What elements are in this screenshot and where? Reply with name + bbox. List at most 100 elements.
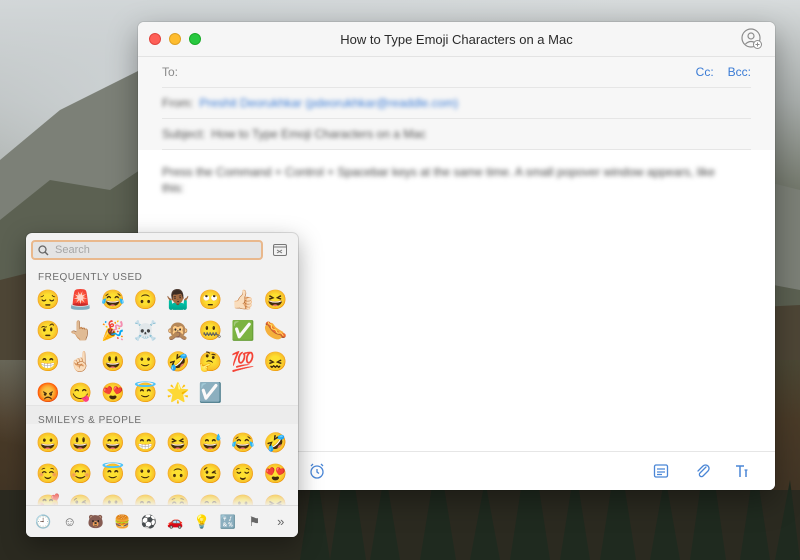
emoji-cell[interactable]: 🙄 [195, 285, 228, 316]
section-frequently-used: FREQUENTLY USED [38, 272, 143, 283]
emoji-glyph: 🌭 [263, 321, 288, 342]
emoji-glyph: 😀 [36, 433, 61, 454]
category-food-icon[interactable]: 🍔 [112, 512, 132, 532]
emoji-cell[interactable]: 🤣 [162, 347, 195, 378]
emoji-cell[interactable]: 😄 [97, 428, 130, 459]
window-controls [149, 33, 201, 45]
emoji-cell[interactable]: 😂 [227, 428, 260, 459]
category-symbols-icon[interactable]: 🔣 [218, 512, 238, 532]
emoji-cell[interactable]: 😂 [97, 285, 130, 316]
category-objects-icon[interactable]: 💡 [192, 512, 212, 532]
from-row[interactable]: From: Preshit Deorukhkar (pdeorukhkar@re… [162, 88, 751, 119]
message-body[interactable]: Press the Command + Control + Spacebar k… [162, 164, 722, 196]
template-icon[interactable] [652, 462, 670, 480]
emoji-glyph: 😁 [36, 352, 61, 373]
emoji-cell[interactable]: ✅ [227, 316, 260, 347]
emoji-glyph: 🙄 [198, 290, 223, 311]
emoji-cell[interactable]: 😔 [32, 285, 65, 316]
window-title: How to Type Emoji Characters on a Mac [340, 31, 573, 47]
frequent-emoji-grid: 😔 🚨 😂 🙃 🤷🏾‍♂️ 🙄 👍🏻 😆 🤨 👆🏼 🎉 ☠️ 🙊 🤐 ✅ 🌭 😁 ☝🏻 😃 🙂 🤣 🤔 💯 😖 😡 😋 😍 😇 🌟 ☑️ [32, 285, 292, 409]
category-recent-icon[interactable]: 🕘 [33, 512, 53, 532]
emoji-glyph: 😁 [133, 433, 158, 454]
emoji-glyph: 😔 [36, 290, 61, 311]
message-headers: To: Cc: Bcc: From: Preshit Deorukhkar (p… [138, 57, 775, 150]
emoji-glyph: 😆 [166, 433, 191, 454]
close-window-button[interactable] [149, 33, 161, 45]
category-smileys-icon[interactable]: ☺ [60, 512, 80, 532]
emoji-glyph: 😂 [231, 433, 256, 454]
emoji-cell[interactable]: 🚨 [65, 285, 98, 316]
emoji-cell[interactable]: 🙃 [130, 285, 163, 316]
section-smileys-people: SMILEYS & PEOPLE [38, 415, 142, 426]
emoji-cell[interactable]: ☝🏻 [65, 347, 98, 378]
emoji-cell[interactable]: 😀 [32, 428, 65, 459]
from-label: From: [162, 96, 194, 110]
emoji-glyph: 😆 [263, 290, 288, 311]
minimize-window-button[interactable] [169, 33, 181, 45]
to-label: To: [162, 65, 179, 79]
category-more-icon[interactable]: » [271, 512, 291, 532]
emoji-cell[interactable]: 🙂 [130, 459, 163, 490]
emoji-cell[interactable]: 😁 [130, 428, 163, 459]
format-text-icon[interactable] [734, 462, 752, 480]
emoji-cell[interactable]: 😊 [65, 459, 98, 490]
emoji-glyph: 🤨 [36, 321, 61, 342]
scroll-fade [26, 489, 298, 505]
emoji-cell[interactable]: 🤣 [260, 428, 293, 459]
attachment-icon[interactable] [694, 462, 712, 480]
category-travel-icon[interactable]: 🚗 [165, 512, 185, 532]
emoji-cell[interactable]: 🤔 [195, 347, 228, 378]
emoji-cell[interactable]: 😁 [32, 347, 65, 378]
subject-value[interactable]: How to Type Emoji Characters on a Mac [211, 127, 426, 141]
emoji-cell[interactable]: 😖 [260, 347, 293, 378]
alarm-clock-icon[interactable] [308, 462, 326, 480]
category-animals-icon[interactable]: 🐻 [86, 512, 106, 532]
title-bar: How to Type Emoji Characters on a Mac [138, 22, 775, 57]
emoji-cell[interactable]: ☺️ [32, 459, 65, 490]
category-activity-icon[interactable]: ⚽ [139, 512, 159, 532]
emoji-glyph: ☺️ [36, 464, 61, 485]
emoji-cell[interactable]: 😃 [97, 347, 130, 378]
emoji-glyph: 🚨 [68, 290, 93, 311]
subject-row[interactable]: Subject: How to Type Emoji Characters on… [162, 119, 751, 150]
emoji-cell[interactable]: 🤨 [32, 316, 65, 347]
emoji-cell[interactable]: 😅 [195, 428, 228, 459]
emoji-search-box[interactable] [31, 240, 263, 260]
emoji-cell[interactable]: 🤷🏾‍♂️ [162, 285, 195, 316]
emoji-cell[interactable]: 😍 [260, 459, 293, 490]
emoji-glyph: 😅 [198, 433, 223, 454]
emoji-cell[interactable]: 👍🏻 [227, 285, 260, 316]
emoji-cell[interactable]: 😆 [162, 428, 195, 459]
emoji-cell[interactable]: 🎉 [97, 316, 130, 347]
cc-button[interactable]: Cc: [696, 65, 714, 79]
bcc-button[interactable]: Bcc: [728, 65, 751, 79]
emoji-glyph: 😃 [68, 433, 93, 454]
subject-label: Subject: [162, 127, 206, 141]
emoji-cell[interactable]: 😇 [97, 459, 130, 490]
emoji-cell[interactable]: 🙂 [130, 347, 163, 378]
zoom-window-button[interactable] [189, 33, 201, 45]
to-row[interactable]: To: Cc: Bcc: [162, 57, 751, 88]
character-viewer-icon[interactable] [273, 244, 287, 256]
emoji-cell[interactable]: 🤐 [195, 316, 228, 347]
emoji-cell[interactable]: 😌 [227, 459, 260, 490]
category-flags-icon[interactable]: ⚑ [244, 512, 264, 532]
emoji-cell[interactable]: 💯 [227, 347, 260, 378]
add-contact-icon[interactable] [741, 28, 763, 50]
from-value[interactable]: Preshit Deorukhkar (pdeorukhkar@readdle.… [199, 96, 458, 110]
picker-search-row [26, 233, 298, 269]
emoji-cell[interactable]: 🙊 [162, 316, 195, 347]
emoji-glyph: 😊 [68, 464, 93, 485]
emoji-cell[interactable]: 🙃 [162, 459, 195, 490]
emoji-cell[interactable]: 😉 [195, 459, 228, 490]
emoji-glyph: 🤷🏾‍♂️ [166, 290, 191, 311]
emoji-picker: FREQUENTLY USED 😔 🚨 😂 🙃 🤷🏾‍♂️ 🙄 👍🏻 😆 🤨 👆🏼 🎉 ☠️ 🙊 🤐 ✅ 🌭 😁… [26, 233, 298, 537]
emoji-glyph: 😂 [101, 290, 126, 311]
emoji-search-input[interactable] [53, 243, 247, 257]
emoji-cell[interactable]: 👆🏼 [65, 316, 98, 347]
emoji-glyph: 🙊 [166, 321, 191, 342]
emoji-cell[interactable]: 😃 [65, 428, 98, 459]
emoji-cell[interactable]: ☠️ [130, 316, 163, 347]
emoji-cell[interactable]: 😆 [260, 285, 293, 316]
emoji-cell[interactable]: 🌭 [260, 316, 293, 347]
